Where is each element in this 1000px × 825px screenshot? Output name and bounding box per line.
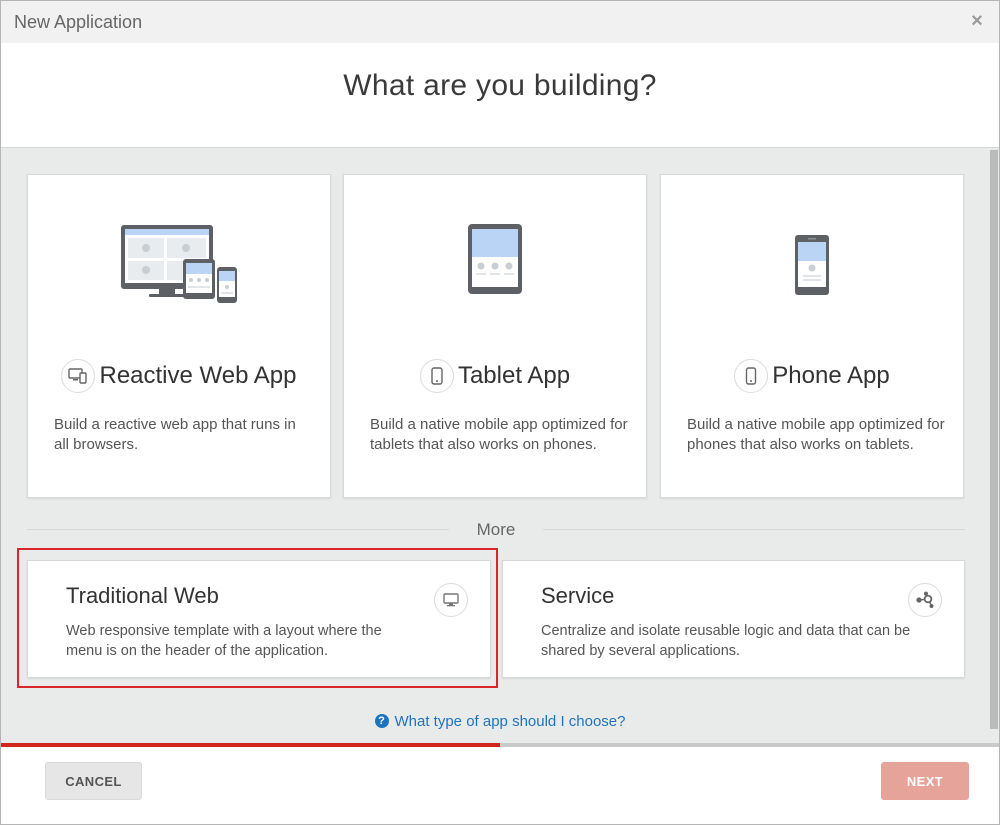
- card-title: Traditional Web: [66, 583, 219, 608]
- monitor-icon: [434, 583, 468, 617]
- card-description: Build a native mobile app optimized for …: [370, 416, 628, 453]
- card-description: Centralize and isolate reusable logic an…: [541, 623, 911, 659]
- page-title: What are you building?: [343, 69, 657, 102]
- card-title: Phone App: [772, 362, 890, 389]
- help-link[interactable]: ? What type of app should I choose?: [374, 712, 626, 730]
- vertical-scrollbar[interactable]: [989, 148, 999, 744]
- more-separator: More: [27, 518, 965, 542]
- help-row: ? What type of app should I choose?: [1, 711, 999, 730]
- reactive-web-illustration: [28, 223, 330, 313]
- dialog-title: New Application: [14, 12, 143, 32]
- tablet-illustration: [344, 223, 646, 313]
- phone-app-card[interactable]: Phone App Build a native mobile app opti…: [660, 174, 964, 498]
- devices-icon: [61, 359, 96, 393]
- card-description: Build a reactive web app that runs in al…: [54, 416, 296, 453]
- card-title: Service: [541, 583, 615, 608]
- more-label: More: [476, 520, 516, 539]
- traditional-web-card[interactable]: Traditional Web Web responsive template …: [27, 560, 491, 678]
- card-title: Tablet App: [457, 362, 571, 389]
- reactive-web-app-card[interactable]: Reactive Web App Build a reactive web ap…: [27, 174, 331, 498]
- phone-name-row: Phone App: [661, 359, 963, 393]
- close-icon[interactable]: ×: [967, 10, 987, 32]
- tablet-icon: [419, 359, 454, 393]
- question-circle-icon: ?: [374, 714, 389, 728]
- dialog-footer: CANCEL NEXT: [1, 747, 999, 824]
- phone-illustration: [661, 223, 963, 313]
- scrollbar-thumb[interactable]: [990, 150, 998, 729]
- next-button[interactable]: NEXT: [881, 762, 969, 800]
- reactive-web-name-row: Reactive Web App: [28, 359, 330, 393]
- phone-icon: [734, 359, 769, 393]
- card-description: Build a native mobile app optimized for …: [687, 416, 945, 453]
- dialog-titlebar: New Application ×: [1, 1, 999, 43]
- card-description: Web responsive template with a layout wh…: [66, 623, 382, 659]
- page-heading-area: What are you building?: [1, 43, 999, 147]
- tablet-app-card[interactable]: Tablet App Build a native mobile app opt…: [343, 174, 647, 498]
- card-title: Reactive Web App: [99, 362, 297, 389]
- cancel-button[interactable]: CANCEL: [45, 762, 142, 800]
- app-type-content: Reactive Web App Build a reactive web ap…: [1, 147, 999, 744]
- service-card[interactable]: Service Centralize and isolate reusable …: [502, 560, 965, 678]
- service-nodes-icon: [908, 583, 942, 617]
- help-link-label: What type of app should I choose?: [394, 712, 626, 730]
- tablet-name-row: Tablet App: [344, 359, 646, 393]
- new-application-dialog: New Application × What are you building?: [0, 0, 1000, 825]
